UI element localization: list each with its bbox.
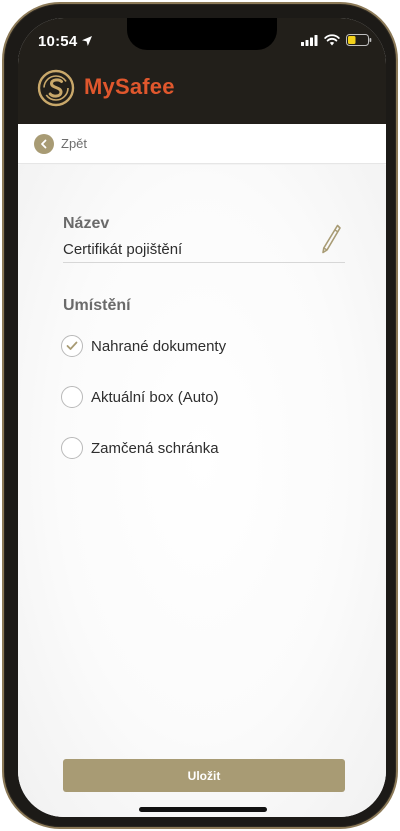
battery-icon (346, 34, 372, 46)
name-field[interactable]: Certifikát pojištění (63, 237, 345, 263)
wifi-icon (324, 34, 340, 46)
signal-icon (301, 34, 318, 46)
form-content: Název Certifikát pojištění Umístění Nahr… (18, 165, 386, 817)
radio-checked[interactable] (61, 335, 83, 357)
navigation-bar: Zpět (18, 124, 386, 164)
radio-unchecked[interactable] (61, 386, 83, 408)
phone-frame: 10:54 MySafee Zpět Název Certifikát poji… (2, 2, 398, 829)
option-label: Zamčená schránka (91, 439, 219, 457)
name-label: Název (63, 215, 110, 232)
save-button[interactable]: Uložit (63, 759, 345, 792)
location-label: Umístění (63, 297, 131, 314)
checkmark-icon (66, 341, 78, 350)
app-name: MySafee (84, 74, 175, 99)
phone-screen: 10:54 MySafee Zpět Název Certifikát poji… (18, 18, 386, 817)
mysafee-logo-icon (37, 69, 75, 107)
option-label: Aktuální box (Auto) (91, 388, 219, 406)
back-button[interactable]: Zpět (34, 133, 88, 154)
pencil-edit-icon[interactable] (318, 223, 342, 255)
location-option-locked-box[interactable]: Zamčená schránka (61, 437, 219, 459)
back-arrow-icon (34, 133, 54, 154)
location-option-current-box[interactable]: Aktuální box (Auto) (61, 386, 219, 408)
radio-unchecked[interactable] (61, 437, 83, 459)
status-icons (301, 34, 372, 46)
option-label: Nahrané dokumenty (91, 337, 227, 355)
back-label: Zpět (61, 136, 88, 151)
home-indicator (139, 807, 267, 812)
location-arrow-icon (82, 36, 92, 46)
app-header: 10:54 MySafee (18, 18, 386, 124)
location-option-uploaded-documents[interactable]: Nahrané dokumenty (61, 335, 226, 357)
notch (127, 18, 277, 50)
status-time: 10:54 (38, 33, 78, 50)
